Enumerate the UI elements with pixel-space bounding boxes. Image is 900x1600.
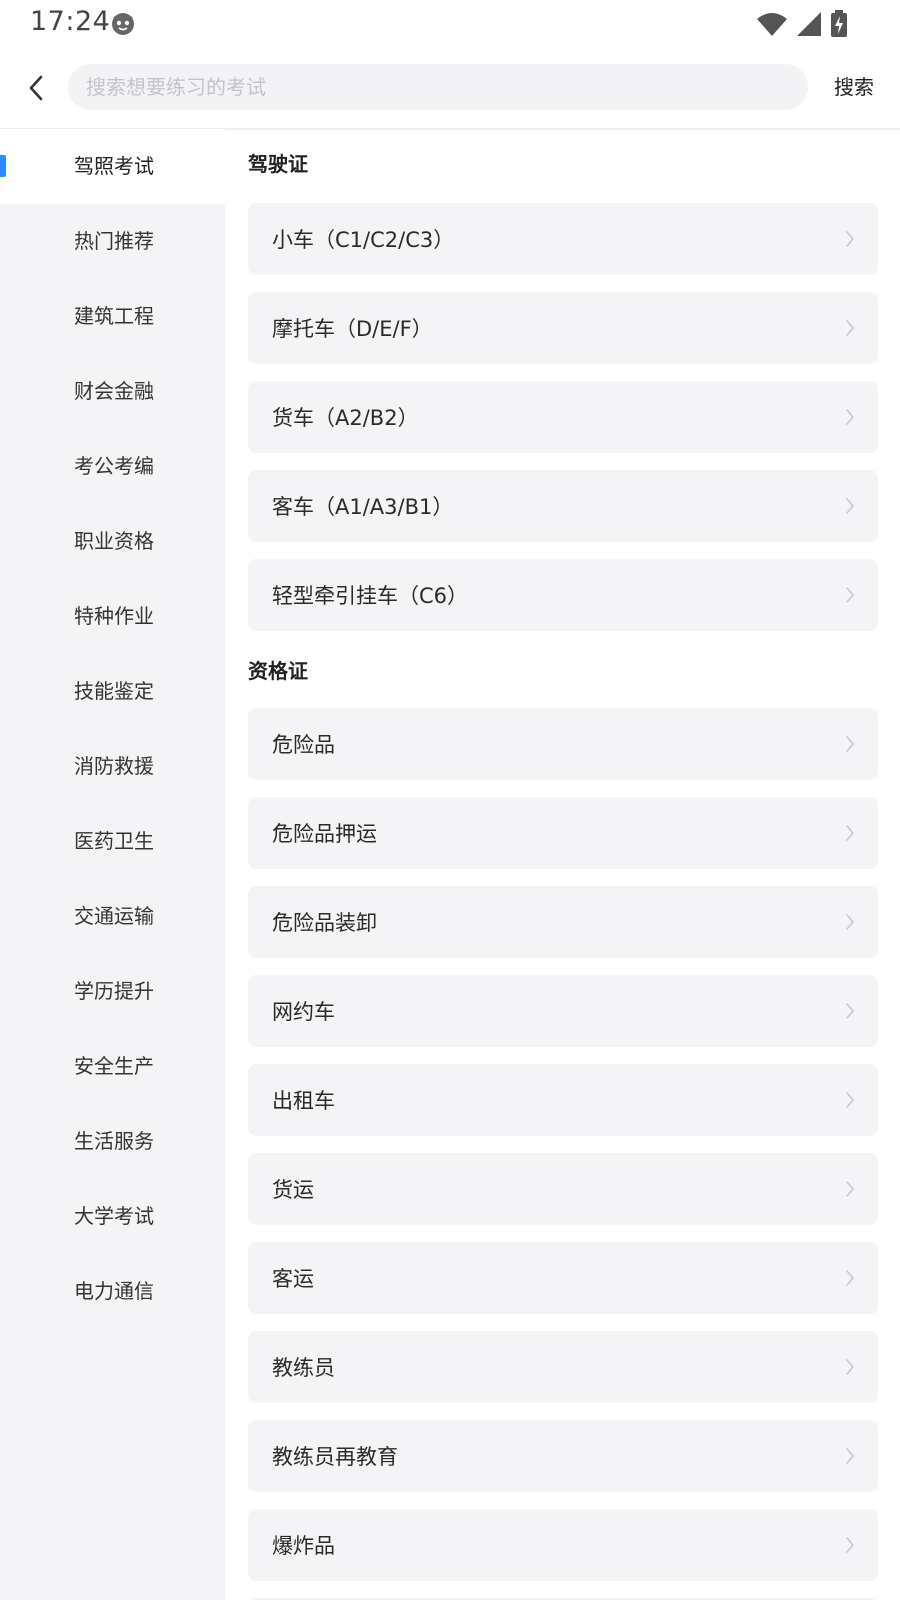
- list-item-label: 摩托车（D/E/F）: [272, 317, 433, 341]
- chevron-right-icon: [846, 231, 855, 247]
- chevron-right-icon: [846, 914, 855, 930]
- list-item[interactable]: 危险品押运: [248, 797, 878, 869]
- chevron-right-icon: [846, 1270, 855, 1286]
- sidebar-item-medical[interactable]: 医药卫生: [0, 804, 225, 879]
- chevron-left-icon: [29, 75, 43, 101]
- sidebar-item-life-services[interactable]: 生活服务: [0, 1104, 225, 1179]
- notification-face-icon: [112, 13, 134, 35]
- list-item-label: 客运: [272, 1267, 314, 1291]
- exam-list: 驾驶证 小车（C1/C2/C3） 摩托车（D/E/F） 货车（A2/B2） 客车…: [248, 129, 878, 1600]
- list-item[interactable]: 网约车: [248, 975, 878, 1047]
- section-title: 驾驶证: [248, 152, 308, 176]
- list-item-label: 出租车: [272, 1089, 335, 1113]
- sidebar-item-safety-production[interactable]: 安全生产: [0, 1029, 225, 1104]
- chevron-right-icon: [846, 1181, 855, 1197]
- list-item[interactable]: 货运: [248, 1153, 878, 1225]
- list-item[interactable]: 出租车: [248, 1064, 878, 1136]
- sidebar-item-skill-appraisal[interactable]: 技能鉴定: [0, 654, 225, 729]
- list-item-label: 教练员: [272, 1356, 335, 1380]
- sidebar-item-finance[interactable]: 财会金融: [0, 354, 225, 429]
- sidebar-item-driving-exam[interactable]: 驾照考试: [0, 129, 225, 204]
- category-sidebar: 驾照考试 热门推荐 建筑工程 财会金融 考公考编 职业资格 特种作业 技能鉴定 …: [0, 129, 225, 1600]
- list-item-label: 教练员再教育: [272, 1445, 398, 1469]
- chevron-right-icon: [846, 1537, 855, 1553]
- sidebar-item-power-telecom[interactable]: 电力通信: [0, 1254, 225, 1329]
- back-button[interactable]: [18, 68, 54, 108]
- chevron-right-icon: [846, 736, 855, 752]
- search-button[interactable]: 搜索: [826, 72, 882, 102]
- list-item[interactable]: 教练员再教育: [248, 1420, 878, 1492]
- chevron-right-icon: [846, 1448, 855, 1464]
- list-item-label: 客车（A1/A3/B1）: [272, 495, 454, 519]
- chevron-right-icon: [846, 1092, 855, 1108]
- section-title: 资格证: [248, 659, 308, 683]
- sidebar-item-hot-picks[interactable]: 热门推荐: [0, 204, 225, 279]
- status-time: 17:24: [30, 6, 111, 37]
- chevron-right-icon: [846, 825, 855, 841]
- sidebar-item-fire-rescue[interactable]: 消防救援: [0, 729, 225, 804]
- sidebar-item-transportation[interactable]: 交通运输: [0, 879, 225, 954]
- list-item-label: 危险品押运: [272, 822, 377, 846]
- list-item[interactable]: 客车（A1/A3/B1）: [248, 470, 878, 542]
- search-header: 搜索: [0, 48, 900, 130]
- list-item[interactable]: 小车（C1/C2/C3）: [248, 203, 878, 275]
- list-item-label: 网约车: [272, 1000, 335, 1024]
- sidebar-item-special-operations[interactable]: 特种作业: [0, 579, 225, 654]
- search-input[interactable]: [68, 64, 808, 110]
- chevron-right-icon: [846, 1359, 855, 1375]
- wifi-icon: [757, 13, 787, 36]
- list-item-label: 危险品: [272, 733, 335, 757]
- list-item[interactable]: 危险品装卸: [248, 886, 878, 958]
- list-item-label: 货运: [272, 1178, 314, 1202]
- list-item[interactable]: 摩托车（D/E/F）: [248, 292, 878, 364]
- sidebar-item-construction[interactable]: 建筑工程: [0, 279, 225, 354]
- list-item-label: 轻型牵引挂车（C6）: [272, 584, 469, 608]
- list-item[interactable]: 爆炸品: [248, 1509, 878, 1581]
- status-bar: 17:24: [0, 0, 900, 48]
- chevron-right-icon: [846, 409, 855, 425]
- list-item[interactable]: 危险品: [248, 708, 878, 780]
- sidebar-item-university-exam[interactable]: 大学考试: [0, 1179, 225, 1254]
- status-icons: [756, 10, 848, 38]
- list-item[interactable]: 轻型牵引挂车（C6）: [248, 559, 878, 631]
- list-item-label: 危险品装卸: [272, 911, 377, 935]
- sidebar-item-civil-service[interactable]: 考公考编: [0, 429, 225, 504]
- list-item-label: 爆炸品: [272, 1534, 335, 1558]
- chevron-right-icon: [846, 587, 855, 603]
- sidebar-item-education[interactable]: 学历提升: [0, 954, 225, 1029]
- chevron-right-icon: [846, 498, 855, 514]
- battery-icon: [831, 10, 847, 37]
- chevron-right-icon: [846, 320, 855, 336]
- list-item-label: 小车（C1/C2/C3）: [272, 228, 455, 252]
- list-item[interactable]: 货车（A2/B2）: [248, 381, 878, 453]
- list-item[interactable]: 教练员: [248, 1331, 878, 1403]
- list-item-label: 货车（A2/B2）: [272, 406, 419, 430]
- list-item[interactable]: 客运: [248, 1242, 878, 1314]
- sidebar-item-professional-qualification[interactable]: 职业资格: [0, 504, 225, 579]
- chevron-right-icon: [846, 1003, 855, 1019]
- signal-icon: [797, 12, 821, 36]
